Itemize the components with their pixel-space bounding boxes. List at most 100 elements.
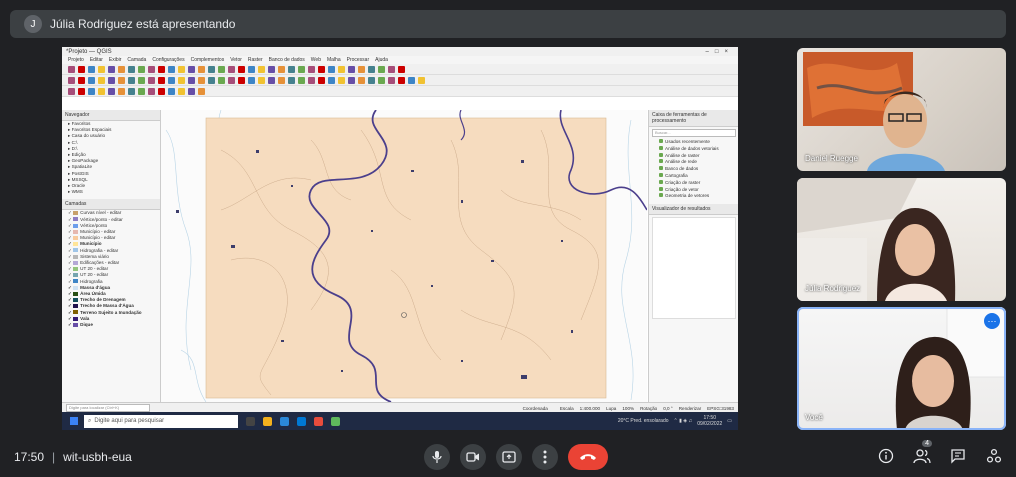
toolbar-tool-icon[interactable] <box>368 65 375 73</box>
toolbar-tool-icon[interactable] <box>98 87 105 95</box>
toolbar-tool-icon[interactable] <box>68 76 75 84</box>
toolbar-tool-icon[interactable] <box>268 65 275 73</box>
toolbar-tool-icon[interactable] <box>258 76 265 84</box>
store-icon[interactable] <box>297 416 306 426</box>
chat-button[interactable] <box>948 446 968 466</box>
toolbar-tool-icon[interactable] <box>178 76 185 84</box>
layer-item[interactable]: ✓ Dique <box>62 322 160 328</box>
toolbar-tool-icon[interactable] <box>188 87 195 95</box>
toolbar-tool-icon[interactable] <box>318 76 325 84</box>
toolbar-tool-icon[interactable] <box>398 76 405 84</box>
more-options-icon[interactable]: ⋯ <box>984 313 1000 329</box>
browser-item[interactable]: ▸ WMS <box>62 189 160 195</box>
toolbar-tool-icon[interactable] <box>258 65 265 73</box>
qgis-menu-item[interactable]: Complementos <box>191 57 225 63</box>
toolbar-tool-icon[interactable] <box>178 87 185 95</box>
toolbar-tool-icon[interactable] <box>378 65 385 73</box>
toolbar-tool-icon[interactable] <box>278 65 285 73</box>
toolbar-tool-icon[interactable] <box>298 76 305 84</box>
window-controls[interactable]: –□× <box>706 49 734 55</box>
toolbar-tool-icon[interactable] <box>418 76 425 84</box>
toolbar-tool-icon[interactable] <box>308 76 315 84</box>
toolbar-tool-icon[interactable] <box>188 65 195 73</box>
qgis-menu-item[interactable]: Exibir <box>109 57 122 63</box>
toolbar-tool-icon[interactable] <box>338 76 345 84</box>
camera-button[interactable] <box>460 444 486 470</box>
toolbar-tool-icon[interactable] <box>218 65 225 73</box>
toolbar-tool-icon[interactable] <box>408 76 415 84</box>
toolbar-tool-icon[interactable] <box>138 76 145 84</box>
toolbar-tool-icon[interactable] <box>378 76 385 84</box>
toolbar-tool-icon[interactable] <box>288 76 295 84</box>
qgis-menu-item[interactable]: Web <box>311 57 321 63</box>
notifications-icon[interactable]: ▭ <box>727 418 732 424</box>
toolbar-tool-icon[interactable] <box>358 76 365 84</box>
toolbox-item[interactable]: Criação de vetor <box>649 186 738 194</box>
toolbar-tool-icon[interactable] <box>168 76 175 84</box>
toolbar-tool-icon[interactable] <box>198 87 205 95</box>
toolbar-tool-icon[interactable] <box>128 65 135 73</box>
toolbar-tool-icon[interactable] <box>128 87 135 95</box>
participants-button[interactable]: 4 <box>912 440 932 466</box>
qgis-menu-item[interactable]: Camada <box>127 57 146 63</box>
toolbar-tool-icon[interactable] <box>88 87 95 95</box>
qgis-menu-item[interactable]: Processar <box>347 57 370 63</box>
toolbar-tool-icon[interactable] <box>88 76 95 84</box>
qgis-menu-item[interactable]: Projeto <box>68 57 84 63</box>
toolbar-tool-icon[interactable] <box>118 87 125 95</box>
toolbar-tool-icon[interactable] <box>338 65 345 73</box>
meeting-info-button[interactable] <box>876 446 896 466</box>
toolbar-tool-icon[interactable] <box>278 76 285 84</box>
activities-button[interactable] <box>984 446 1004 466</box>
file-explorer-icon[interactable] <box>263 416 272 426</box>
toolbar-tool-icon[interactable] <box>268 76 275 84</box>
qgis-menu-item[interactable]: Vetor <box>230 57 242 63</box>
toolbox-item[interactable]: Usados recentemente <box>649 139 738 146</box>
magnifier-value[interactable]: 100% <box>622 406 634 411</box>
toolbox-item[interactable]: Cartografia <box>649 172 738 180</box>
tray-icons[interactable]: ⌃ ▮ ◈ ♫ <box>674 418 693 424</box>
toolbar-tool-icon[interactable] <box>238 65 245 73</box>
task-view-icon[interactable] <box>246 416 255 426</box>
toolbar-tool-icon[interactable] <box>288 65 295 73</box>
scale-value[interactable]: 1:400.000 <box>580 406 600 411</box>
qgis-menu-item[interactable]: Editar <box>90 57 103 63</box>
toolbar-tool-icon[interactable] <box>308 65 315 73</box>
participant-tile-self[interactable]: Você ⋯ <box>797 307 1006 430</box>
toolbar-tool-icon[interactable] <box>228 76 235 84</box>
toolbar-tool-icon[interactable] <box>68 65 75 73</box>
qgis-taskbar-icon[interactable] <box>331 416 340 426</box>
toolbar-tool-icon[interactable] <box>158 76 165 84</box>
toolbar-tool-icon[interactable] <box>138 87 145 95</box>
chrome-icon[interactable] <box>314 416 323 426</box>
toolbar-tool-icon[interactable] <box>178 65 185 73</box>
toolbox-item[interactable]: Análise de raster <box>649 152 738 160</box>
locator-search-input[interactable]: Digite para localizar (Ctrl+K) <box>66 404 150 412</box>
edge-icon[interactable] <box>280 416 289 426</box>
toolbar-tool-icon[interactable] <box>138 65 145 73</box>
toolbar-tool-icon[interactable] <box>198 76 205 84</box>
toolbar-tool-icon[interactable] <box>108 65 115 73</box>
toolbox-item[interactable]: Análise de rede <box>649 159 738 166</box>
toolbar-tool-icon[interactable] <box>158 87 165 95</box>
windows-start-icon[interactable] <box>70 417 78 425</box>
toolbar-tool-icon[interactable] <box>108 87 115 95</box>
toolbar-tool-icon[interactable] <box>248 65 255 73</box>
toolbar-tool-icon[interactable] <box>188 76 195 84</box>
taskbar-search-input[interactable]: ⌕ Digite aqui para pesquisar <box>84 414 238 428</box>
tray-clock[interactable]: 17:50 09/02/2022 <box>697 415 722 427</box>
toolbox-search-input[interactable]: Buscar... <box>652 129 736 137</box>
toolbar-tool-icon[interactable] <box>298 65 305 73</box>
toolbar-tool-icon[interactable] <box>328 76 335 84</box>
end-call-button[interactable] <box>568 444 608 470</box>
toolbar-tool-icon[interactable] <box>218 76 225 84</box>
toolbar-tool-icon[interactable] <box>228 65 235 73</box>
toolbar-tool-icon[interactable] <box>398 65 405 73</box>
toolbar-tool-icon[interactable] <box>388 76 395 84</box>
toolbar-tool-icon[interactable] <box>348 65 355 73</box>
toolbar-tool-icon[interactable] <box>88 65 95 73</box>
qgis-menu-item[interactable]: Configurações <box>152 57 184 63</box>
toolbar-tool-icon[interactable] <box>68 87 75 95</box>
toolbar-tool-icon[interactable] <box>368 76 375 84</box>
toolbar-tool-icon[interactable] <box>388 65 395 73</box>
